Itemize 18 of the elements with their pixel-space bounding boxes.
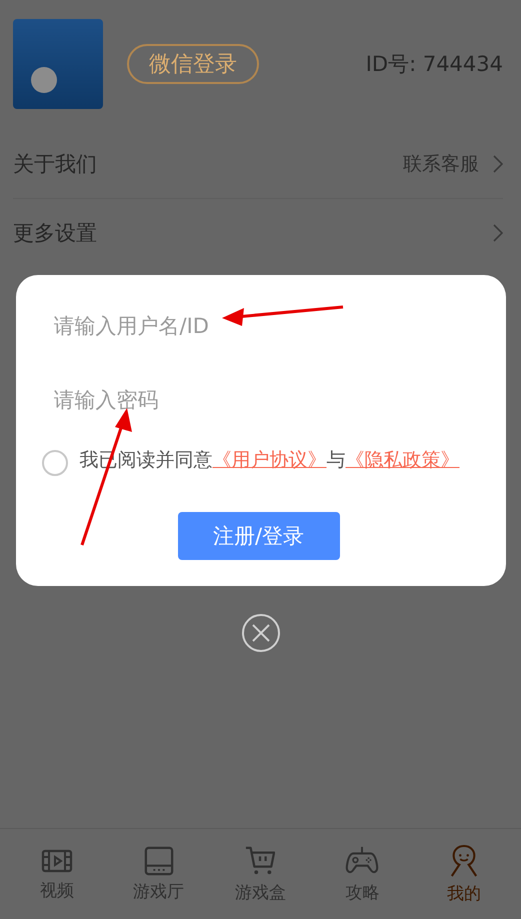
privacy-policy-link[interactable]: 《隐私政策》: [346, 449, 460, 471]
tab-item[interactable]: 我的: [419, 844, 510, 904]
cart-icon: [245, 844, 276, 876]
chevron-right-icon: [493, 155, 503, 173]
user-agreement-link[interactable]: 《用户协议》: [212, 449, 326, 471]
menu-item-value: 联系客服: [403, 152, 479, 177]
user-id-text: ID号: 744434: [366, 51, 503, 78]
username-field[interactable]: 请输入用户名/ID: [42, 301, 476, 351]
register-login-button[interactable]: 注册/登录: [178, 512, 340, 560]
screen-icon: [144, 846, 174, 876]
agreement-radio[interactable]: [42, 450, 68, 476]
chevron-right-icon: [493, 224, 503, 242]
password-field[interactable]: 请输入密码: [42, 375, 476, 425]
menu-item-label[interactable]: 关于我们: [13, 150, 97, 178]
person-icon: [449, 844, 480, 878]
close-icon[interactable]: [240, 613, 280, 653]
wechat-login-button[interactable]: 微信登录: [127, 44, 259, 84]
menu-item-label[interactable]: 更多设置: [13, 219, 97, 247]
